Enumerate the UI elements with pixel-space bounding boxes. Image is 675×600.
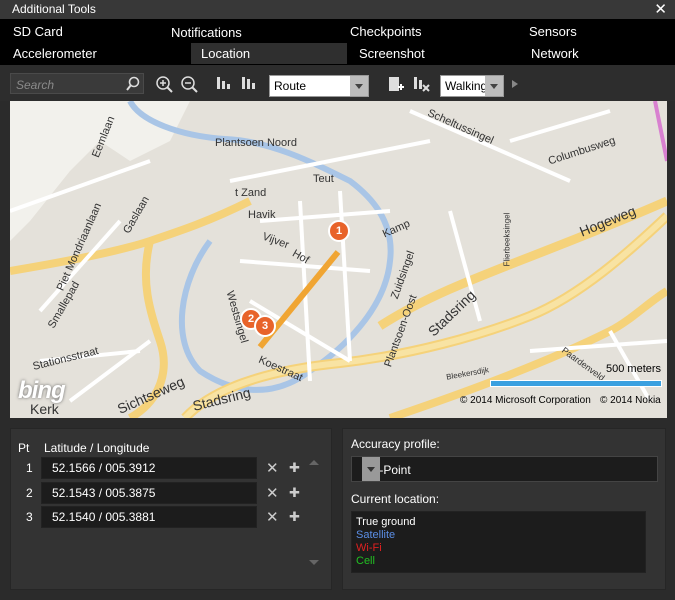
source-cell: Cell [356,555,375,567]
tab-sd-card[interactable]: SD Card [13,21,63,42]
remove-point-icon[interactable]: ✕ [266,508,279,526]
route-pin-3[interactable]: 3 [254,315,276,337]
close-icon[interactable]: ✕ [654,0,667,18]
fit-pins-icon[interactable] [215,75,233,93]
insert-point-icon[interactable]: ✚ [289,509,300,525]
scroll-up-icon[interactable] [309,460,319,465]
search-icon[interactable] [125,76,141,92]
tab-location[interactable]: Location [191,43,347,64]
point-number: 3 [26,510,33,524]
search-input[interactable] [14,75,128,94]
current-location-label: Current location: [351,492,440,506]
tab-accelerometer[interactable]: Accelerometer [13,43,97,64]
copyright-microsoft: © 2014 Microsoft Corporation [460,395,591,406]
accuracy-profile-select[interactable]: Pin-Point [351,456,658,482]
remove-point-icon[interactable]: ✕ [266,459,279,477]
mode-select[interactable]: Route [269,75,369,97]
remove-point-icon[interactable]: ✕ [266,484,279,502]
tab-network[interactable]: Network [531,43,579,64]
map-toolbar: Route Walking [0,65,675,101]
window-title: Additional Tools [12,2,96,16]
point-number: 1 [26,461,33,475]
title-bar: Additional Tools ✕ [0,0,675,19]
current-location-list: True ground Satellite Wi-Fi Cell [351,511,646,573]
travel-mode-select[interactable]: Walking [440,75,504,97]
tab-screenshot[interactable]: Screenshot [359,43,425,64]
column-header-latlon: Latitude / Longitude [44,441,150,455]
copyright-nokia: © 2014 Nokia [600,395,661,406]
travel-mode-value: Walking [445,79,488,93]
clear-pins-icon[interactable] [412,75,430,93]
play-icon[interactable] [510,75,520,93]
tab-notifications[interactable]: Notifications [171,22,242,43]
zoom-out-icon[interactable] [180,75,198,93]
map-label: Teut [313,173,334,185]
accuracy-profile-label: Accuracy profile: [351,437,440,451]
points-panel: Pt Latitude / Longitude 1 52.1566 / 005.… [10,428,332,590]
scale-label: 500 meters [606,363,662,375]
point-number: 2 [26,486,33,500]
insert-point-icon[interactable]: ✚ [289,460,300,476]
map-label: t Zand [235,187,267,199]
zoom-in-icon[interactable] [155,75,173,93]
accuracy-panel: Accuracy profile: Pin-Point Current loca… [342,428,666,590]
map-view[interactable]: Plantsoen Noord Scheltussingel Columbusw… [10,101,667,418]
bing-logo: bing [18,377,66,404]
chevron-down-icon [362,457,380,481]
chevron-down-icon [350,76,368,96]
add-pin-icon[interactable] [387,75,405,93]
tab-checkpoints[interactable]: Checkpoints [350,21,422,42]
tab-bar: SD Card Notifications Checkpoints Sensor… [0,19,675,65]
coordinate-field[interactable]: 52.1566 / 005.3912 [41,457,257,479]
scroll-down-icon[interactable] [309,560,319,565]
search-box [10,73,144,94]
map-label: Plantsoen Noord [215,137,297,149]
source-satellite: Satellite [356,529,396,541]
coordinate-field[interactable]: 52.1540 / 005.3881 [41,506,257,528]
insert-point-icon[interactable]: ✚ [289,485,300,501]
coordinate-field[interactable]: 52.1543 / 005.3875 [41,482,257,504]
route-pin-1[interactable]: 1 [328,220,350,242]
source-true-ground: True ground [356,516,416,528]
column-header-pt: Pt [18,441,30,455]
chevron-down-icon [485,76,503,96]
map-label: Flierbeeksingel [502,212,512,267]
mode-select-value: Route [274,79,307,93]
align-pins-icon[interactable] [240,75,258,93]
scale-bar [490,380,662,387]
map-label: Havik [248,209,276,221]
tab-sensors[interactable]: Sensors [529,21,577,42]
source-wifi: Wi-Fi [356,542,382,554]
